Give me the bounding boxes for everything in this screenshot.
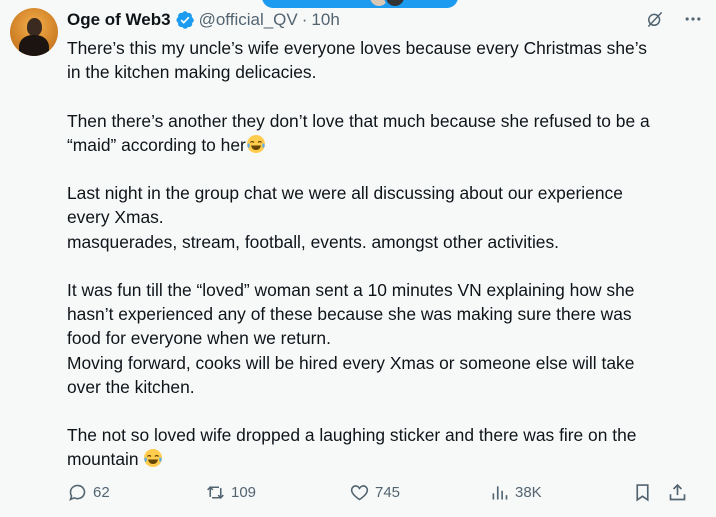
retweet-button[interactable]: 109 (205, 482, 256, 503)
bookmark-icon (636, 484, 649, 502)
avatar-body (19, 35, 49, 56)
paragraph: It was fun till the “loved” woman sent a… (67, 278, 697, 399)
text-line: It was fun till the “loved” woman sent a… (67, 279, 635, 300)
header-actions (644, 8, 704, 30)
paragraph: Then there’s another they don’t love tha… (67, 109, 697, 157)
reply-count: 62 (93, 484, 110, 501)
views-icon (492, 486, 508, 500)
paragraph: The not so loved wife dropped a laughing… (67, 423, 697, 471)
text-line: over the kitchen. (67, 376, 195, 397)
reply-button[interactable]: 62 (67, 482, 110, 503)
avatar[interactable] (10, 8, 58, 56)
text-line: There’s this my uncle’s wife everyone lo… (67, 38, 647, 58)
more-horizontal-icon[interactable] (682, 8, 704, 30)
face-with-tears-of-joy-emoji (143, 448, 163, 468)
pill-avatar (384, 0, 406, 8)
text-line: The not so loved wife dropped a laughing… (67, 425, 637, 446)
display-name[interactable]: Oge of Web3 (67, 9, 171, 31)
text-fragment: “maid” according to her (67, 134, 246, 155)
views-button[interactable]: 38K (489, 482, 542, 503)
retweet-icon (207, 486, 224, 499)
text-line: in the kitchen making delicacies. (67, 62, 317, 83)
text-line: hasn’t experienced any of these because … (67, 304, 632, 325)
text-fragment: mountain (67, 449, 144, 470)
bookmark-button[interactable] (632, 482, 653, 503)
tweet[interactable]: Oge of Web3 @official_QV · 10h There’s t… (0, 0, 716, 517)
share-button[interactable] (667, 482, 688, 503)
timestamp[interactable]: 10h (311, 9, 339, 31)
face-with-tears-of-joy-emoji (246, 134, 266, 154)
text-line: food for everyone when we return. (67, 328, 331, 349)
paragraph: Last night in the group chat we were all… (67, 181, 697, 254)
like-icon (350, 485, 369, 501)
text-line-with-emoji: mountain (67, 447, 697, 471)
new-posts-pill[interactable] (262, 0, 458, 8)
text-line-with-emoji: “maid” according to her (67, 133, 697, 157)
text-line: masquerades, stream, football, events. a… (67, 231, 560, 252)
action-bar: 62 109 745 38K (67, 482, 691, 506)
separator-dot: · (301, 10, 308, 29)
verified-badge-icon[interactable] (175, 10, 195, 30)
paragraph: There’s this my uncle’s wife everyone lo… (67, 36, 697, 84)
views-count: 38K (515, 484, 542, 501)
share-icon (669, 483, 686, 501)
retweet-count: 109 (231, 484, 257, 501)
grok-icon[interactable] (644, 8, 666, 30)
text-line: Then there’s another they don’t love tha… (67, 110, 650, 131)
reply-icon (69, 484, 86, 501)
like-button[interactable]: 745 (349, 482, 400, 503)
tweet-text: There’s this my uncle’s wife everyone lo… (67, 36, 697, 472)
pill-avatars (368, 0, 406, 8)
tweet-header: Oge of Web3 @official_QV · 10h (67, 8, 704, 32)
text-line: Last night in the group chat we were all… (67, 183, 623, 204)
handle[interactable]: @official_QV (199, 9, 298, 31)
avatar-head (27, 18, 42, 36)
text-line: every Xmas. (67, 207, 164, 228)
like-count: 745 (375, 484, 401, 501)
text-line: Moving forward, cooks will be hired ever… (67, 352, 635, 373)
